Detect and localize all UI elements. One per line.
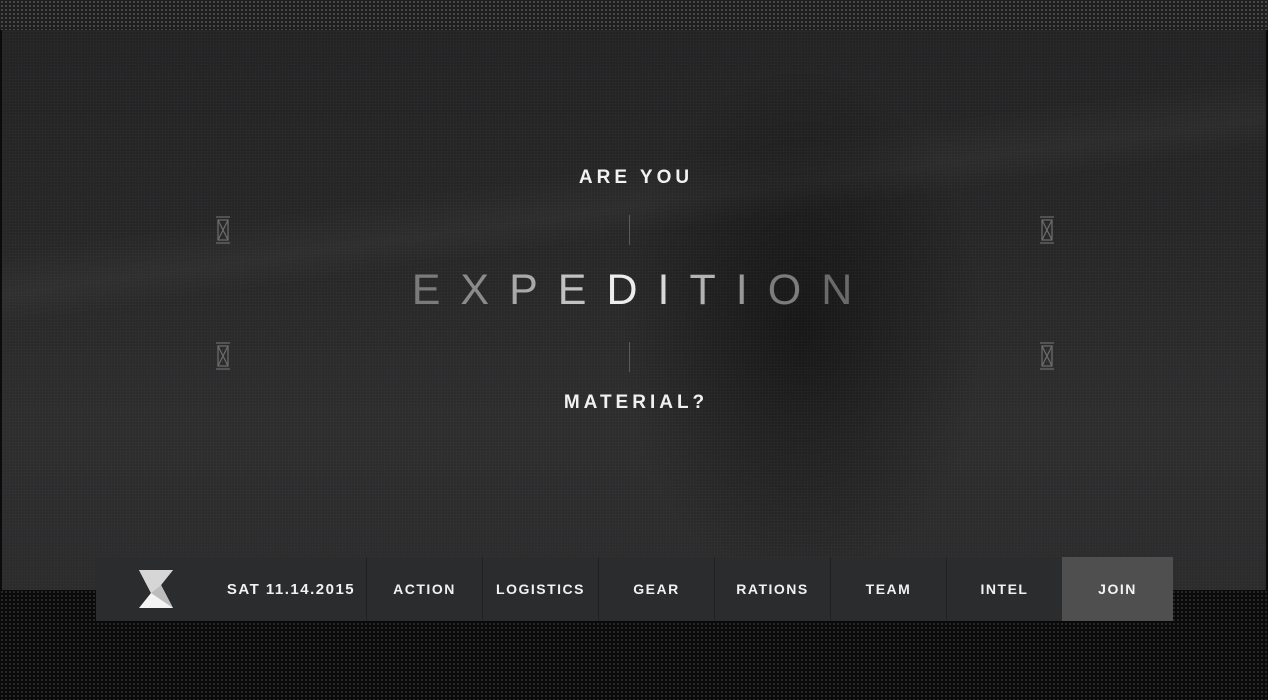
nav-item-gear[interactable]: GEAR [598, 557, 714, 621]
divider-line-bottom [629, 342, 630, 372]
headline-letter: I [657, 266, 690, 314]
main-navigation: SAT 11.14.2015 ACTION LOGISTICS GEAR RAT… [96, 557, 1173, 621]
headline-letter: T [689, 266, 736, 314]
headline-letter: I [735, 266, 768, 314]
page: ARE YOU EXPEDITION MATERIAL? SAT 11.14.2… [0, 0, 1268, 700]
crossed-box-icon [216, 216, 230, 244]
headline-letter: N [821, 266, 873, 314]
headline-material: MATERIAL? [563, 392, 709, 413]
headline-expedition: EXPEDITION [0, 266, 1268, 315]
headline-letter: E [411, 266, 461, 314]
event-date: SAT 11.14.2015 [226, 580, 356, 598]
join-button[interactable]: JOIN [1062, 557, 1173, 621]
headline-letter: P [509, 266, 558, 314]
nav-item-team[interactable]: TEAM [830, 557, 946, 621]
nav-item-action[interactable]: ACTION [366, 557, 482, 621]
headline-letter: E [557, 266, 607, 314]
divider-line-top [629, 215, 630, 245]
headline-letter: X [460, 266, 510, 314]
crossed-box-icon [216, 342, 230, 370]
headline-are-you: ARE YOU [578, 167, 694, 188]
hourglass-logo-icon [139, 570, 173, 608]
headline-letter: D [606, 266, 658, 314]
nav-item-rations[interactable]: RATIONS [714, 557, 830, 621]
crossed-box-icon [1040, 216, 1054, 244]
headline-letter: O [767, 266, 822, 314]
crossed-box-icon [1040, 342, 1054, 370]
dotted-band-top [0, 0, 1268, 30]
nav-item-intel[interactable]: INTEL [946, 557, 1062, 621]
nav-item-logistics[interactable]: LOGISTICS [482, 557, 598, 621]
home-logo-link[interactable] [96, 557, 216, 621]
